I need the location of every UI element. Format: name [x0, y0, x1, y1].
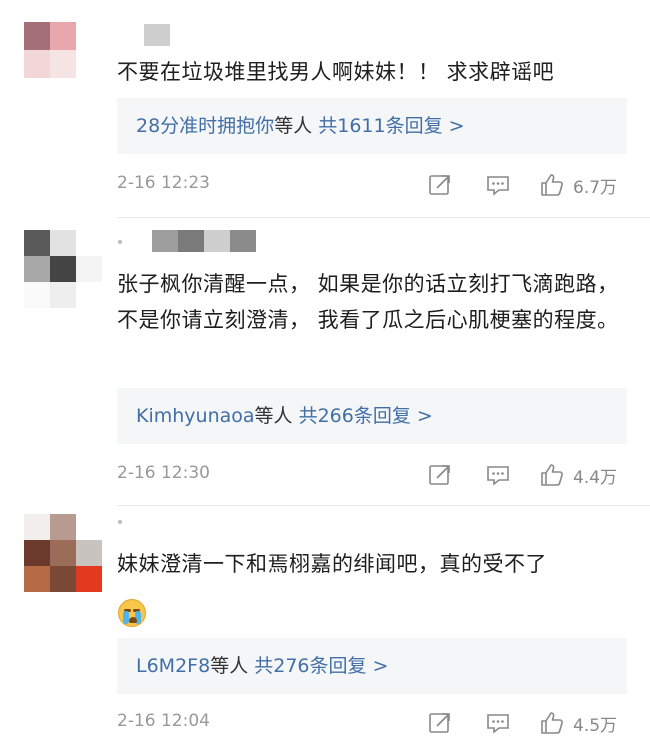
reply-total[interactable]: 共266条回复 > — [299, 405, 433, 427]
thumbs-up-icon — [541, 712, 563, 734]
decorative-dot — [118, 240, 122, 244]
comment-text: 张子枫你清醒一点， 如果是你的话立刻打飞滴跑路， 不是你请立刻澄清， 我看了瓜之… — [117, 272, 619, 332]
share-icon[interactable] — [427, 172, 453, 198]
like-button[interactable]: 4.5万 — [539, 710, 629, 736]
username-mosaic[interactable] — [118, 24, 170, 46]
comment-text: 妹妹澄清一下和焉栩嘉的绯闻吧，真的受不了 — [117, 552, 547, 576]
username-mosaic[interactable] — [152, 230, 256, 252]
comment-meta: 2-16 12:30 4.4万 — [117, 460, 627, 490]
comment-icon[interactable] — [485, 710, 511, 736]
share-icon[interactable] — [427, 462, 453, 488]
thumbs-up-icon — [541, 174, 563, 196]
comment-time: 2-16 12:04 — [117, 711, 210, 731]
comment-meta: 2-16 12:23 6.7万 — [117, 170, 627, 200]
reply-user[interactable]: 28分准时拥抱你 — [136, 115, 274, 137]
decorative-dot — [118, 520, 122, 524]
reply-user[interactable]: L6M2F8 — [136, 655, 210, 677]
reply-preview[interactable]: 28分准时拥抱你等人 共1611条回复 > — [117, 98, 627, 154]
reply-total[interactable]: 共1611条回复 > — [318, 115, 464, 137]
avatar[interactable] — [24, 230, 102, 308]
comment-item: 张子枫你清醒一点， 如果是你的话立刻打飞滴跑路， 不是你请立刻澄清， 我看了瓜之… — [0, 218, 650, 506]
reply-preview[interactable]: L6M2F8等人 共276条回复 > — [117, 638, 627, 694]
like-count: 6.7万 — [573, 178, 618, 198]
avatar[interactable] — [24, 22, 102, 78]
thumbs-up-icon — [541, 464, 563, 486]
reply-user[interactable]: Kimhyunaoa — [136, 405, 255, 427]
reply-preview[interactable]: Kimhyunaoa等人 共266条回复 > — [117, 388, 627, 444]
comment-icon[interactable] — [485, 172, 511, 198]
reply-mid: 等人 — [254, 405, 293, 427]
reply-mid: 等人 — [274, 115, 313, 137]
reply-total[interactable]: 共276条回复 > — [254, 655, 388, 677]
avatar[interactable] — [24, 514, 102, 592]
comment-time: 2-16 12:23 — [117, 173, 210, 193]
crying-face-emoji — [118, 599, 146, 627]
like-count: 4.5万 — [573, 716, 618, 736]
comment-item: 不要在垃圾堆里找男人啊妹妹！！ 求求辟谣吧 28分准时拥抱你等人 共1611条回… — [0, 0, 650, 218]
comment-text: 不要在垃圾堆里找男人啊妹妹！！ 求求辟谣吧 — [117, 60, 555, 84]
like-count: 4.4万 — [573, 468, 618, 488]
comment-meta: 2-16 12:04 4.5万 — [117, 708, 627, 738]
comment-time: 2-16 12:30 — [117, 463, 210, 483]
like-button[interactable]: 6.7万 — [539, 172, 629, 198]
reply-mid: 等人 — [210, 655, 249, 677]
comment-icon[interactable] — [485, 462, 511, 488]
like-button[interactable]: 4.4万 — [539, 462, 629, 488]
share-icon[interactable] — [427, 710, 453, 736]
comment-item: 妹妹澄清一下和焉栩嘉的绯闻吧，真的受不了 L6M2F8等人 共276条回复 > … — [0, 506, 650, 740]
